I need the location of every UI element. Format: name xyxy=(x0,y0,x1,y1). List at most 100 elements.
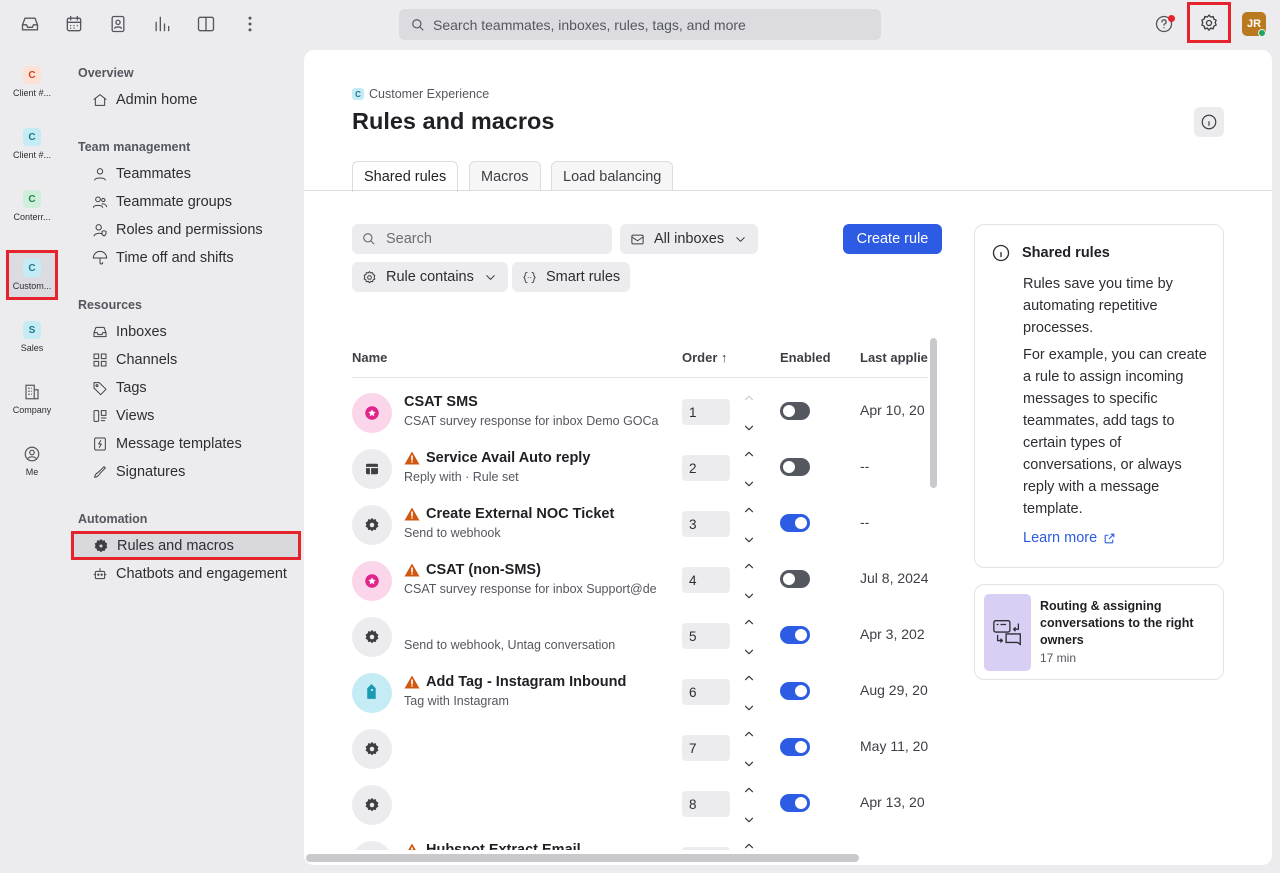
move-up-icon[interactable] xyxy=(742,503,756,517)
nav-item-views[interactable]: Views xyxy=(92,404,154,428)
column-header-enabled[interactable]: Enabled xyxy=(780,350,831,365)
rail-me[interactable]: Me xyxy=(6,436,58,486)
order-input[interactable]: 8 xyxy=(682,791,730,817)
rail-workspace-sales[interactable]: S Sales xyxy=(6,312,58,362)
table-row[interactable]: Hubspot Extract Email 9 xyxy=(352,835,928,850)
enabled-toggle[interactable] xyxy=(780,626,810,644)
table-row[interactable]: CSAT SMS CSAT survey response for inbox D… xyxy=(352,387,928,443)
rule-title[interactable]: Service Avail Auto reply xyxy=(404,450,590,466)
move-down-icon[interactable] xyxy=(742,645,756,659)
order-input[interactable]: 7 xyxy=(682,735,730,761)
move-down-icon[interactable] xyxy=(742,757,756,771)
enabled-toggle[interactable] xyxy=(780,570,810,588)
info-button[interactable] xyxy=(1194,107,1224,137)
move-up-icon[interactable] xyxy=(742,391,756,405)
rail-workspace-client-2[interactable]: C Client #... xyxy=(6,119,58,169)
create-rule-button[interactable]: Create rule xyxy=(843,224,942,254)
analytics-icon[interactable] xyxy=(150,12,174,36)
tab-shared-rules[interactable]: Shared rules xyxy=(352,161,459,192)
order-input[interactable]: 3 xyxy=(682,511,730,537)
tutorial-card[interactable]: Routing & assigning conversations to the… xyxy=(974,584,1224,680)
nav-item-rules-and-macros[interactable]: Rules and macros xyxy=(71,531,301,560)
nav-item-teammates[interactable]: Teammates xyxy=(92,162,191,186)
global-search-placeholder: Search teammates, inboxes, rules, tags, … xyxy=(433,16,746,33)
table-row[interactable]: Add Tag - Instagram Inbound Tag with Inst… xyxy=(352,667,928,723)
contacts-icon[interactable] xyxy=(106,12,130,36)
nav-item-tags[interactable]: Tags xyxy=(92,376,147,400)
nav-item-roles-and-permissions[interactable]: Roles and permissions xyxy=(92,218,263,242)
order-input[interactable]: 6 xyxy=(682,679,730,705)
move-down-icon[interactable] xyxy=(742,533,756,547)
column-header-last-applied[interactable]: Last applie xyxy=(860,350,928,365)
inbox-filter-dropdown[interactable]: All inboxes xyxy=(620,224,759,254)
nav-item-channels[interactable]: Channels xyxy=(92,348,177,372)
settings-button[interactable] xyxy=(1187,2,1231,43)
nav-item-inboxes[interactable]: Inboxes xyxy=(92,320,167,344)
column-header-order[interactable]: Order ↑ xyxy=(682,350,728,365)
table-row[interactable]: Create External NOC Ticket Send to webhoo… xyxy=(352,499,928,555)
order-input[interactable]: 9 xyxy=(682,847,730,850)
inbox-icon[interactable] xyxy=(18,12,42,36)
knowledge-base-icon[interactable] xyxy=(194,12,218,36)
enabled-toggle[interactable] xyxy=(780,794,810,812)
smart-rules-button[interactable]: Smart rules xyxy=(512,262,631,292)
move-down-icon[interactable] xyxy=(742,421,756,435)
rail-workspace-customer-experience[interactable]: C Custom... xyxy=(6,250,58,300)
rule-title[interactable]: CSAT SMS xyxy=(404,394,478,410)
order-input[interactable]: 2 xyxy=(682,455,730,481)
nav-item-teammate-groups[interactable]: Teammate groups xyxy=(92,190,232,214)
nav-item-message-templates[interactable]: Message templates xyxy=(92,432,242,456)
order-input[interactable]: 5 xyxy=(682,623,730,649)
enabled-toggle[interactable] xyxy=(780,402,810,420)
order-input[interactable]: 4 xyxy=(682,567,730,593)
nav-item-time-off-and-shifts[interactable]: Time off and shifts xyxy=(92,246,234,270)
rail-workspace-client-1[interactable]: C Client #... xyxy=(6,57,58,107)
calendar-icon[interactable] xyxy=(62,12,86,36)
move-up-icon[interactable] xyxy=(742,727,756,741)
learn-more-link[interactable]: Learn more xyxy=(1023,530,1116,546)
warning-icon xyxy=(404,675,420,689)
rule-title[interactable]: Add Tag - Instagram Inbound xyxy=(404,674,626,690)
rule-contains-dropdown[interactable]: Rule contains xyxy=(352,262,508,292)
move-up-icon[interactable] xyxy=(742,839,756,850)
table-row[interactable]: Send to webhook, Untag conversation 5 Apr … xyxy=(352,611,928,667)
rail-company[interactable]: Company xyxy=(6,374,58,424)
rail-workspace-conterra[interactable]: C Conterr... xyxy=(6,181,58,231)
horizontal-scrollbar[interactable] xyxy=(306,854,859,862)
rule-name: Create External NOC Ticket xyxy=(426,506,615,522)
table-row[interactable]: 8 Apr 13, 20 xyxy=(352,779,928,835)
order-input[interactable]: 1 xyxy=(682,399,730,425)
nav-item-chatbots-and-engagement[interactable]: Chatbots and engagement xyxy=(92,562,287,586)
rule-search-input[interactable]: Search xyxy=(352,224,612,254)
table-row[interactable]: Service Avail Auto reply Reply with · Rul… xyxy=(352,443,928,499)
move-down-icon[interactable] xyxy=(742,813,756,827)
move-up-icon[interactable] xyxy=(742,559,756,573)
rule-title[interactable]: Hubspot Extract Email xyxy=(404,842,581,850)
user-shield-icon xyxy=(93,224,107,237)
table-row[interactable]: CSAT (non-SMS) CSAT survey response for i… xyxy=(352,555,928,611)
breadcrumb[interactable]: C Customer Experience xyxy=(352,87,489,101)
reply-set-icon xyxy=(352,449,392,489)
more-icon[interactable] xyxy=(238,12,262,36)
move-down-icon[interactable] xyxy=(742,477,756,491)
enabled-toggle[interactable] xyxy=(780,514,810,532)
rule-title[interactable]: CSAT (non-SMS) xyxy=(404,562,541,578)
tab-load-balancing[interactable]: Load balancing xyxy=(551,161,674,191)
enabled-toggle[interactable] xyxy=(780,682,810,700)
move-down-icon[interactable] xyxy=(742,589,756,603)
global-search-input[interactable]: Search teammates, inboxes, rules, tags, … xyxy=(399,9,881,40)
column-header-name[interactable]: Name xyxy=(352,350,387,365)
tab-macros[interactable]: Macros xyxy=(469,161,541,191)
enabled-toggle[interactable] xyxy=(780,458,810,476)
table-row[interactable]: 7 May 11, 20 xyxy=(352,723,928,779)
move-up-icon[interactable] xyxy=(742,783,756,797)
move-up-icon[interactable] xyxy=(742,671,756,685)
move-up-icon[interactable] xyxy=(742,447,756,461)
move-up-icon[interactable] xyxy=(742,615,756,629)
rule-title[interactable]: Create External NOC Ticket xyxy=(404,506,614,522)
enabled-toggle[interactable] xyxy=(780,738,810,756)
vertical-scrollbar[interactable] xyxy=(930,338,937,488)
move-down-icon[interactable] xyxy=(742,701,756,715)
nav-item-admin-home[interactable]: Admin home xyxy=(92,88,197,112)
nav-item-signatures[interactable]: Signatures xyxy=(92,460,185,484)
